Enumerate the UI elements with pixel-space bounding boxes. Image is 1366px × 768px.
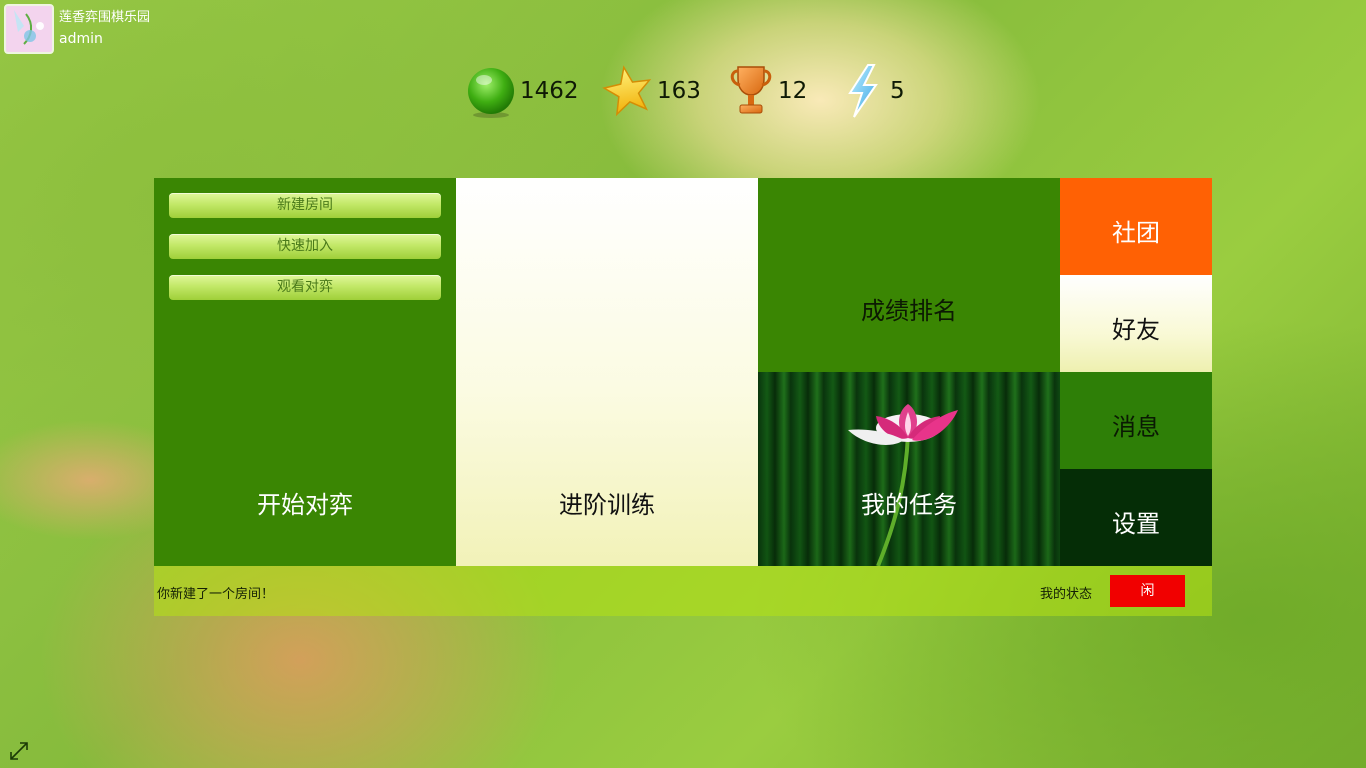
tile-training-label: 进阶训练 — [559, 491, 655, 519]
tile-ranking[interactable]: 成绩排名 — [758, 178, 1060, 372]
trophy-icon — [730, 66, 772, 114]
tile-ranking-label: 成绩排名 — [861, 297, 957, 325]
tile-club-label: 社团 — [1112, 219, 1160, 247]
avatar[interactable] — [4, 4, 54, 54]
resize-icon[interactable] — [8, 740, 30, 762]
watch-game-button[interactable]: 观看对弈 — [169, 275, 441, 300]
lightning-icon — [848, 64, 878, 118]
my-status-label: 我的状态 — [1040, 587, 1093, 602]
username: admin — [59, 31, 103, 47]
lotus-flower-image — [848, 404, 958, 566]
stats-bar: 1462 163 12 5 — [0, 62, 1366, 122]
trophies-value: 12 — [778, 78, 808, 104]
app-title: 莲香弈围棋乐园 — [59, 10, 151, 25]
tile-club[interactable]: 社团 — [1060, 178, 1212, 275]
new-room-button[interactable]: 新建房间 — [169, 193, 441, 218]
tile-tasks[interactable]: 我的任务 — [758, 372, 1060, 566]
tile-start-label: 开始对弈 — [257, 491, 353, 519]
tile-friends[interactable]: 好友 — [1060, 275, 1212, 372]
tile-settings-label: 设置 — [1112, 510, 1160, 538]
stars-value: 163 — [657, 78, 701, 104]
tile-messages[interactable]: 消息 — [1060, 372, 1212, 469]
green-ball-icon — [468, 68, 514, 118]
status-message: 你新建了一个房间！ — [157, 587, 275, 602]
star-icon — [602, 65, 652, 117]
tile-settings[interactable]: 设置 — [1060, 469, 1212, 566]
energy-value: 5 — [890, 78, 905, 104]
avatar-image — [6, 6, 52, 52]
tile-training[interactable]: 进阶训练 — [456, 178, 758, 566]
tile-messages-label: 消息 — [1112, 413, 1160, 441]
tile-start-game[interactable]: 新建房间 快速加入 观看对弈 开始对弈 — [154, 178, 456, 566]
status-bar: 你新建了一个房间！ 我的状态 闲 — [154, 566, 1212, 616]
points-value: 1462 — [520, 78, 579, 104]
quick-join-button[interactable]: 快速加入 — [169, 234, 441, 259]
status-badge[interactable]: 闲 — [1110, 575, 1185, 607]
main-tiles: 新建房间 快速加入 观看对弈 开始对弈 进阶训练 成绩排名 我的任务 社团 好友… — [154, 178, 1212, 566]
tile-friends-label: 好友 — [1112, 316, 1160, 344]
tile-tasks-label: 我的任务 — [861, 491, 957, 519]
